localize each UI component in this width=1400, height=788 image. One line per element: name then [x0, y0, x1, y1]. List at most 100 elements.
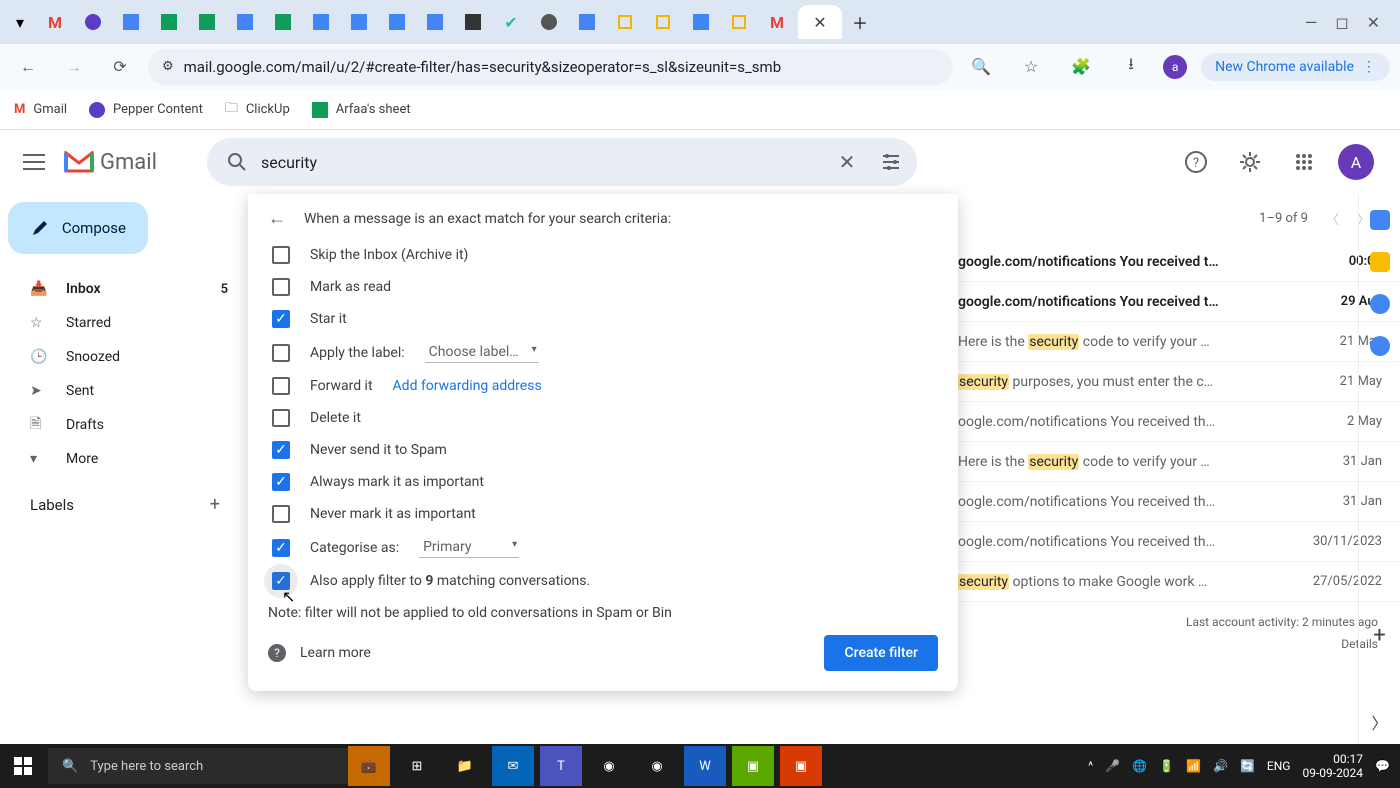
outlook-icon[interactable]: ✉ — [492, 746, 534, 786]
tab-6[interactable] — [228, 6, 262, 38]
add-forwarding-link[interactable]: Add forwarding address — [393, 378, 542, 394]
keep-icon[interactable] — [1370, 252, 1390, 272]
camtasia-icon[interactable]: ▣ — [732, 746, 774, 786]
language-indicator[interactable]: ENG — [1267, 759, 1291, 773]
sidebar-item-snoozed[interactable]: 🕒Snoozed — [8, 340, 240, 374]
tab-17[interactable] — [646, 6, 680, 38]
bookmark-pepper[interactable]: Pepper Content — [89, 102, 203, 118]
hamburger-menu[interactable] — [12, 140, 56, 184]
bookmark-star-icon[interactable]: ☆ — [1013, 49, 1049, 85]
tab-3[interactable] — [114, 6, 148, 38]
clear-search-icon[interactable]: ✕ — [835, 150, 859, 174]
calendar-icon[interactable] — [1370, 210, 1390, 230]
battery-icon[interactable]: 🔋 — [1159, 759, 1174, 773]
app-icon[interactable]: ▣ — [780, 746, 822, 786]
bookmark-arfaa[interactable]: Arfaa's sheet — [312, 102, 411, 118]
tab-8[interactable] — [304, 6, 338, 38]
forward-button[interactable]: → — [56, 49, 92, 85]
tab-20[interactable]: M — [760, 6, 794, 38]
add-addon-icon[interactable]: + — [1373, 623, 1385, 688]
bookmark-clickup[interactable]: 🗀ClickUp — [225, 99, 290, 121]
help-icon[interactable]: ? — [1176, 142, 1216, 182]
account-avatar[interactable]: A — [1338, 144, 1374, 180]
sidebar-item-drafts[interactable]: 🗎Drafts — [8, 408, 240, 442]
notifications-icon[interactable]: 💬 — [1375, 759, 1390, 773]
tab-15[interactable] — [570, 6, 604, 38]
gmail-logo[interactable]: Gmail — [64, 150, 157, 175]
chrome-icon-2[interactable]: ◉ — [636, 746, 678, 786]
chk-mark-read[interactable] — [272, 278, 290, 296]
search-input[interactable] — [261, 153, 823, 172]
chk-star[interactable]: ✓ — [272, 310, 290, 328]
settings-icon[interactable] — [1230, 142, 1270, 182]
gmail-search[interactable]: ✕ — [207, 138, 917, 186]
omnibox-search-icon[interactable]: 🔍 — [963, 49, 999, 85]
tasks-icon[interactable] — [1370, 294, 1390, 314]
apps-grid-icon[interactable] — [1284, 142, 1324, 182]
filter-back-icon[interactable]: ← — [268, 208, 286, 229]
taskbar-search[interactable]: 🔍 Type here to search — [48, 748, 348, 784]
new-tab-button[interactable]: ＋ — [846, 8, 874, 36]
reload-button[interactable]: ⟳ — [102, 49, 138, 85]
chk-delete[interactable] — [272, 409, 290, 427]
mic-icon[interactable]: 🎤 — [1105, 759, 1120, 773]
chk-never-spam[interactable]: ✓ — [272, 441, 290, 459]
sidebar-item-starred[interactable]: ☆Starred — [8, 306, 240, 340]
chk-never-important[interactable] — [272, 505, 290, 523]
tab-2[interactable] — [76, 6, 110, 38]
prev-page-icon[interactable]: 〈 — [1326, 209, 1339, 228]
sidebar-item-inbox[interactable]: 📥Inbox5 — [8, 272, 240, 306]
address-bar[interactable]: ⚙ mail.google.com/mail/u/2/#create-filte… — [148, 49, 953, 85]
chk-categorise[interactable]: ✓ — [272, 539, 290, 557]
system-tray[interactable]: ^ 🎤 🌐 🔋 📶 🔊 🔄 ENG 00:17 09-09-2024 💬 — [1088, 752, 1400, 781]
back-button[interactable]: ← — [10, 49, 46, 85]
window-maximize[interactable]: ◻ — [1335, 13, 1348, 32]
sidebar-item-sent[interactable]: ➤Sent — [8, 374, 240, 408]
contacts-icon[interactable] — [1370, 336, 1390, 356]
tab-13[interactable]: ✔ — [494, 6, 528, 38]
tab-10[interactable] — [380, 6, 414, 38]
chk-always-important[interactable]: ✓ — [272, 473, 290, 491]
chk-also-apply[interactable]: ✓ — [272, 572, 290, 590]
wifi-icon[interactable]: 📶 — [1186, 759, 1201, 773]
sound-icon[interactable]: 🔊 — [1213, 759, 1228, 773]
window-minimize[interactable]: — — [1305, 13, 1318, 32]
sidebar-item-more[interactable]: ▾More — [8, 442, 240, 476]
chk-apply-label[interactable] — [272, 344, 290, 362]
tab-5[interactable] — [190, 6, 224, 38]
task-view-icon[interactable]: ⊞ — [396, 746, 438, 786]
site-info-icon[interactable]: ⚙ — [162, 59, 174, 74]
taskbar-briefcase[interactable]: 💼 — [348, 746, 390, 786]
globe-icon[interactable]: 🌐 — [1132, 759, 1147, 773]
tab-7[interactable] — [266, 6, 300, 38]
search-options-icon[interactable] — [871, 153, 911, 171]
tab-9[interactable] — [342, 6, 376, 38]
tab-14[interactable] — [532, 6, 566, 38]
window-close[interactable]: ✕ — [1367, 13, 1380, 32]
create-filter-button[interactable]: Create filter — [824, 635, 938, 671]
tab-11[interactable] — [418, 6, 452, 38]
teams-icon[interactable]: T — [540, 746, 582, 786]
chk-skip-inbox[interactable] — [272, 246, 290, 264]
start-button[interactable] — [0, 757, 46, 775]
active-tab-close[interactable]: ✕ — [798, 5, 842, 39]
tab-gmail[interactable]: M — [38, 6, 72, 38]
chrome-icon-1[interactable]: ◉ — [588, 746, 630, 786]
tabs-dropdown[interactable]: ▾ — [6, 8, 34, 36]
profile-avatar[interactable]: a — [1163, 55, 1187, 79]
category-select[interactable]: Primary — [419, 537, 519, 558]
extensions-icon[interactable]: 🧩 — [1063, 49, 1099, 85]
tray-chevron-icon[interactable]: ^ — [1088, 759, 1093, 773]
bookmark-gmail[interactable]: MGmail — [14, 102, 67, 117]
new-chrome-chip[interactable]: New Chrome available ⋮ — [1201, 53, 1390, 81]
compose-button[interactable]: Compose — [8, 202, 148, 254]
tab-4[interactable] — [152, 6, 186, 38]
collapse-panel-icon[interactable]: 〉 — [1371, 710, 1387, 744]
explorer-icon[interactable]: 📁 — [444, 746, 486, 786]
add-label-icon[interactable]: + — [210, 494, 220, 515]
chk-forward[interactable] — [272, 377, 290, 395]
learn-more-link[interactable]: Learn more — [300, 645, 371, 661]
sync-icon[interactable]: 🔄 — [1240, 759, 1255, 773]
tab-12[interactable] — [456, 6, 490, 38]
tab-16[interactable] — [608, 6, 642, 38]
